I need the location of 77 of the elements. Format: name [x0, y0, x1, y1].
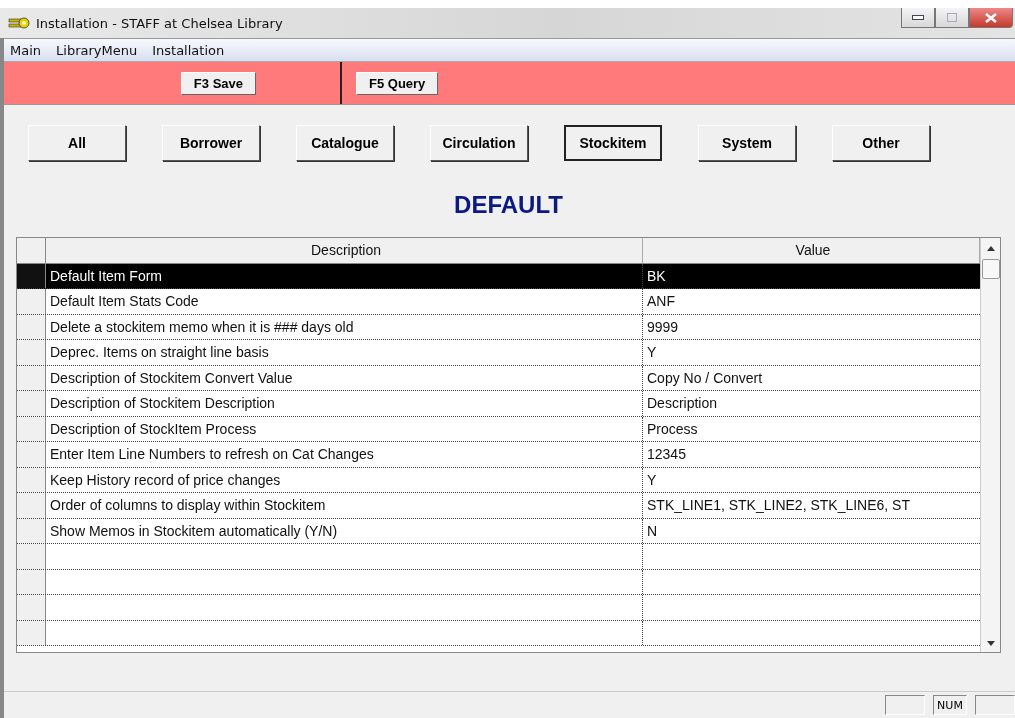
table-cell: Order of columns to display within Stockitem: [46, 493, 643, 518]
table-row[interactable]: Default Item Form BK: [17, 263, 980, 289]
close-icon: [985, 12, 997, 23]
menu-item[interactable]: LibraryMenu: [50, 42, 147, 58]
category-tab[interactable]: Catalogue: [296, 125, 394, 161]
table-row[interactable]: Order of columns to display within Stockitem STK_LINE1, STK_LINE2, STK_LINE6, ST: [17, 493, 980, 519]
category-tab[interactable]: Borrower: [162, 125, 260, 161]
table-cell-text: N: [646, 521, 659, 541]
category-tab[interactable]: All: [28, 125, 126, 161]
category-tab[interactable]: System: [698, 125, 796, 161]
row-header[interactable]: [17, 493, 46, 518]
close-button[interactable]: [969, 8, 1013, 28]
row-header[interactable]: [17, 544, 46, 569]
table-cell-text: 12345: [646, 445, 687, 465]
row-header[interactable]: [17, 442, 46, 467]
table-cell-text: Y: [646, 343, 658, 363]
table-row[interactable]: Default Item Stats Code ANF: [17, 289, 980, 315]
table-cell-text: Y: [646, 470, 658, 490]
row-header[interactable]: [17, 518, 46, 543]
table-cell-text: 9999: [646, 317, 680, 337]
table-cell: Deprec. Items on straight line basis: [46, 340, 643, 365]
table-cell: Enter Item Line Numbers to refresh on Cat Changes: [46, 442, 643, 467]
table-row[interactable]: Delete a stockitem memo when it is ### days old 9999: [17, 314, 980, 340]
table-row[interactable]: Description of StockItem Process Process: [17, 416, 980, 442]
table-cell: Delete a stockitem memo when it is ### days old: [46, 314, 643, 339]
scroll-up-icon: [986, 246, 995, 251]
maximize-icon: [947, 13, 957, 22]
row-header[interactable]: [17, 620, 46, 645]
menu-item[interactable]: Installation: [146, 42, 234, 58]
empty-table-row[interactable]: [17, 620, 980, 646]
section-heading: DEFAULT: [453, 191, 564, 219]
table-cell-text: ANF: [646, 292, 676, 312]
table-cell: Default Item Form: [46, 263, 643, 288]
table-row[interactable]: Deprec. Items on straight line basis Y: [17, 340, 980, 366]
row-header[interactable]: [17, 340, 46, 365]
empty-table-row[interactable]: [17, 569, 980, 595]
table-row[interactable]: Show Memos in Stockitem automatically (Y/N) N: [17, 518, 980, 544]
table-cell-text: Process: [646, 419, 699, 439]
table-cell-text: Description: [646, 394, 719, 414]
maximize-button[interactable]: [935, 8, 969, 28]
row-header[interactable]: [17, 467, 46, 492]
minimize-button[interactable]: [901, 8, 935, 28]
table-cell: Description of StockItem Process: [46, 416, 643, 441]
table-row[interactable]: Description of Stockitem Description Description: [17, 391, 980, 417]
category-tab[interactable]: Stockitem: [564, 125, 662, 161]
menu-item[interactable]: Main: [4, 42, 51, 58]
table-cell: Description of Stockitem Convert Value: [46, 365, 643, 390]
row-header[interactable]: [17, 416, 46, 441]
category-tab[interactable]: Circulation: [430, 125, 528, 161]
table-cell: Show Memos in Stockitem automatically (Y/N): [46, 518, 643, 543]
table-cell: Description of Stockitem Description: [46, 391, 643, 416]
row-header[interactable]: [17, 365, 46, 390]
save-button[interactable]: F3 Save: [180, 71, 256, 95]
status-panel: NUM: [933, 695, 967, 715]
table-cell-text: BK: [646, 266, 667, 286]
row-header[interactable]: [17, 263, 46, 288]
row-header[interactable]: [17, 595, 46, 620]
row-header[interactable]: [17, 569, 46, 594]
category-tab[interactable]: Other: [832, 125, 930, 161]
table-row[interactable]: Description of Stockitem Convert Value Copy No / Convert: [17, 365, 980, 391]
table-row[interactable]: Enter Item Line Numbers to refresh on Cat Changes 12345: [17, 442, 980, 468]
table-cell-text: STK_LINE1, STK_LINE2, STK_LINE6, ST: [646, 496, 911, 516]
table-cell-text: Copy No / Convert: [646, 368, 764, 388]
table-row[interactable]: Keep History record of price changes Y: [17, 467, 980, 493]
window-title: Installation - STAFF at Chelsea Library: [36, 15, 283, 31]
row-header[interactable]: [17, 289, 46, 314]
row-header[interactable]: [17, 314, 46, 339]
keys-icon: [8, 15, 30, 31]
scroll-down-icon: [986, 641, 995, 646]
row-header[interactable]: [17, 391, 46, 416]
query-button[interactable]: F5 Query: [356, 71, 439, 95]
table-cell: Keep History record of price changes: [46, 467, 643, 492]
status-panel: [885, 695, 925, 715]
scrollbar[interactable]: [980, 238, 1000, 652]
table-cell: Default Item Stats Code: [46, 289, 643, 314]
minimize-icon: [912, 15, 924, 20]
scroll-thumb[interactable]: [981, 259, 1000, 279]
